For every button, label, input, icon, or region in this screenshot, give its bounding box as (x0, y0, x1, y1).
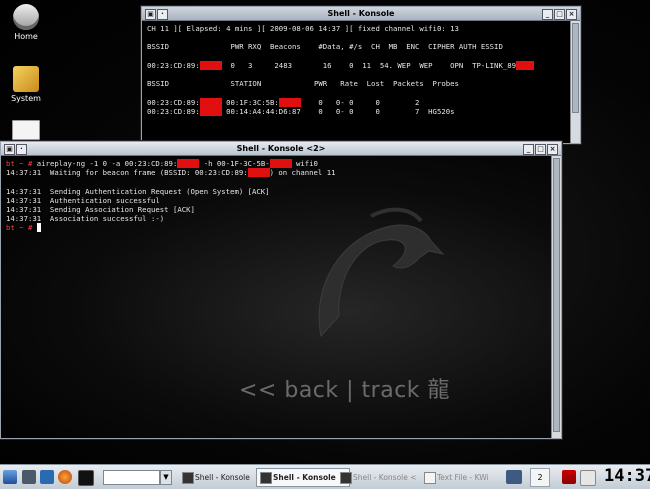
window-titlebar[interactable]: ▣ · Shell - Konsole <2> _ □ × (1, 142, 561, 156)
sticky-button[interactable]: · (157, 9, 168, 20)
term-line: CH 11 ][ Elapsed: 4 mins ][ 2009-08-06 1… (147, 24, 459, 33)
term-line: 00:14:A4:44:D6:87 0 0- 0 0 7 HG520s (221, 106, 455, 116)
task-label: Shell - Konsole < (353, 473, 417, 482)
window-title: Shell - Konsole <2> (236, 144, 326, 153)
redaction-box: XXXX (516, 60, 534, 70)
shell-prompt: bt ~ # (6, 159, 37, 168)
desktop-icon-document[interactable] (6, 120, 46, 142)
pager-icon[interactable] (506, 470, 522, 484)
minimize-button[interactable]: _ (523, 144, 534, 155)
terminal-area[interactable]: << back | track 龍 bt ~ # aireplay-ng -1 … (1, 156, 561, 438)
taskbar-search-input[interactable] (103, 470, 160, 485)
term-line: BSSID STATION PWR Rate Lost Packets Prob… (147, 79, 459, 89)
close-button[interactable]: × (566, 9, 577, 20)
term-line: 14:37:31 Sending Authentication Request … (6, 186, 270, 196)
chevron-down-icon[interactable]: ▼ (160, 470, 172, 485)
term-line: 0 3 2483 16 0 11 54. WEP WEP OPN TP-LINK… (221, 60, 517, 70)
virtual-desktop-pager[interactable]: 2 (530, 468, 550, 487)
desktop-icon-label: System (11, 94, 41, 103)
term-line: 00:23:CD:89: (147, 60, 200, 70)
terminal-launcher-icon[interactable] (78, 470, 94, 486)
redaction-box: XXXXX (199, 60, 222, 70)
terminal-cursor: _ (36, 223, 42, 233)
show-desktop-icon[interactable] (22, 470, 36, 484)
term-line: 14:37:31 Association successful :-) (6, 214, 165, 224)
desktop-icon-label: Home (14, 32, 38, 41)
konsole-window-airodump[interactable]: ▣ · Shell - Konsole _ □ × CH 11 ][ Elaps… (141, 6, 581, 144)
terminal-output[interactable]: bt ~ # aireplay-ng -1 0 -a 00:23:CD:89:X… (1, 156, 561, 236)
konsole-icon (340, 472, 352, 484)
scrollbar[interactable] (570, 21, 580, 143)
redaction-box: XXXXX (269, 159, 292, 168)
minimize-button[interactable]: _ (542, 9, 553, 20)
text-file-icon (424, 472, 436, 484)
redaction-box: XXXXX (177, 159, 200, 168)
shell-prompt: bt ~ # (6, 223, 37, 233)
home-icon (13, 4, 39, 30)
task-label: Text File - KWi (437, 473, 489, 482)
term-line: aireplay-ng -1 0 -a 00:23:CD:89: (36, 159, 178, 168)
document-icon (12, 120, 40, 140)
redaction-box: XXXXX (199, 97, 222, 107)
scrollbar-thumb[interactable] (572, 23, 579, 113)
term-line: wifi0 (291, 159, 318, 168)
firefox-icon[interactable] (58, 470, 72, 484)
maximize-button[interactable]: □ (535, 144, 546, 155)
redaction-box: XXXXX (199, 106, 222, 116)
term-line: 14:37:31 Sending Association Request [AC… (6, 205, 195, 215)
network-tray-icon[interactable] (562, 470, 576, 484)
term-line: 14:37:31 Waiting for beacon frame (BSSID… (6, 168, 248, 178)
close-button[interactable]: × (547, 144, 558, 155)
terminal-output[interactable]: CH 11 ][ Elapsed: 4 mins ][ 2009-08-06 1… (142, 21, 580, 147)
task-label: Shell - Konsole (273, 473, 336, 482)
sticky-button[interactable]: · (16, 144, 27, 155)
konsole-icon (260, 472, 272, 484)
konqueror-icon[interactable] (40, 470, 54, 484)
term-line: 00:23:CD:89: (147, 97, 200, 107)
system-icon (13, 66, 39, 92)
backtrack-logo-text: << back | track 龍 (239, 378, 451, 403)
desktop-icon-home[interactable]: Home (6, 4, 46, 41)
term-line: ) on channel 11 (269, 168, 336, 178)
redaction-box: XXXXX (247, 168, 270, 178)
kmenu-icon[interactable] (3, 470, 17, 484)
term-line: 00:23:CD:89: (147, 106, 200, 116)
window-menu-button[interactable]: ▣ (145, 9, 156, 20)
window-title: Shell - Konsole (327, 9, 395, 18)
window-menu-button[interactable]: ▣ (4, 144, 15, 155)
term-line: 14:37:31 Authentication successful (6, 195, 160, 205)
desktop: Home System ▣ · Shell - Konsole _ □ × CH… (0, 0, 650, 464)
taskbar-clock[interactable]: 14:37 (604, 466, 650, 487)
taskbar: ▼ Shell - Konsole Shell - Konsole Shell … (0, 464, 650, 489)
task-button[interactable]: Text File - KWi (420, 468, 518, 487)
konsole-icon (182, 472, 194, 484)
redaction-box: XXXXX (278, 97, 301, 107)
term-line: 0 0- 0 0 2 (300, 97, 420, 107)
maximize-button[interactable]: □ (554, 9, 565, 20)
term-line: 00:1F:3C:5B: (221, 97, 279, 107)
keyboard-layout-icon[interactable] (580, 470, 596, 486)
konsole-window-aireplay[interactable]: ▣ · Shell - Konsole <2> _ □ × << back | … (0, 141, 562, 439)
window-titlebar[interactable]: ▣ · Shell - Konsole _ □ × (142, 7, 580, 21)
task-label: Shell - Konsole (195, 473, 250, 482)
term-line: -h 00-1F-3C-5B- (199, 159, 270, 168)
desktop-icon-system[interactable]: System (6, 66, 46, 103)
term-line: BSSID PWR RXQ Beacons #Data, #/s CH MB E… (147, 42, 503, 52)
